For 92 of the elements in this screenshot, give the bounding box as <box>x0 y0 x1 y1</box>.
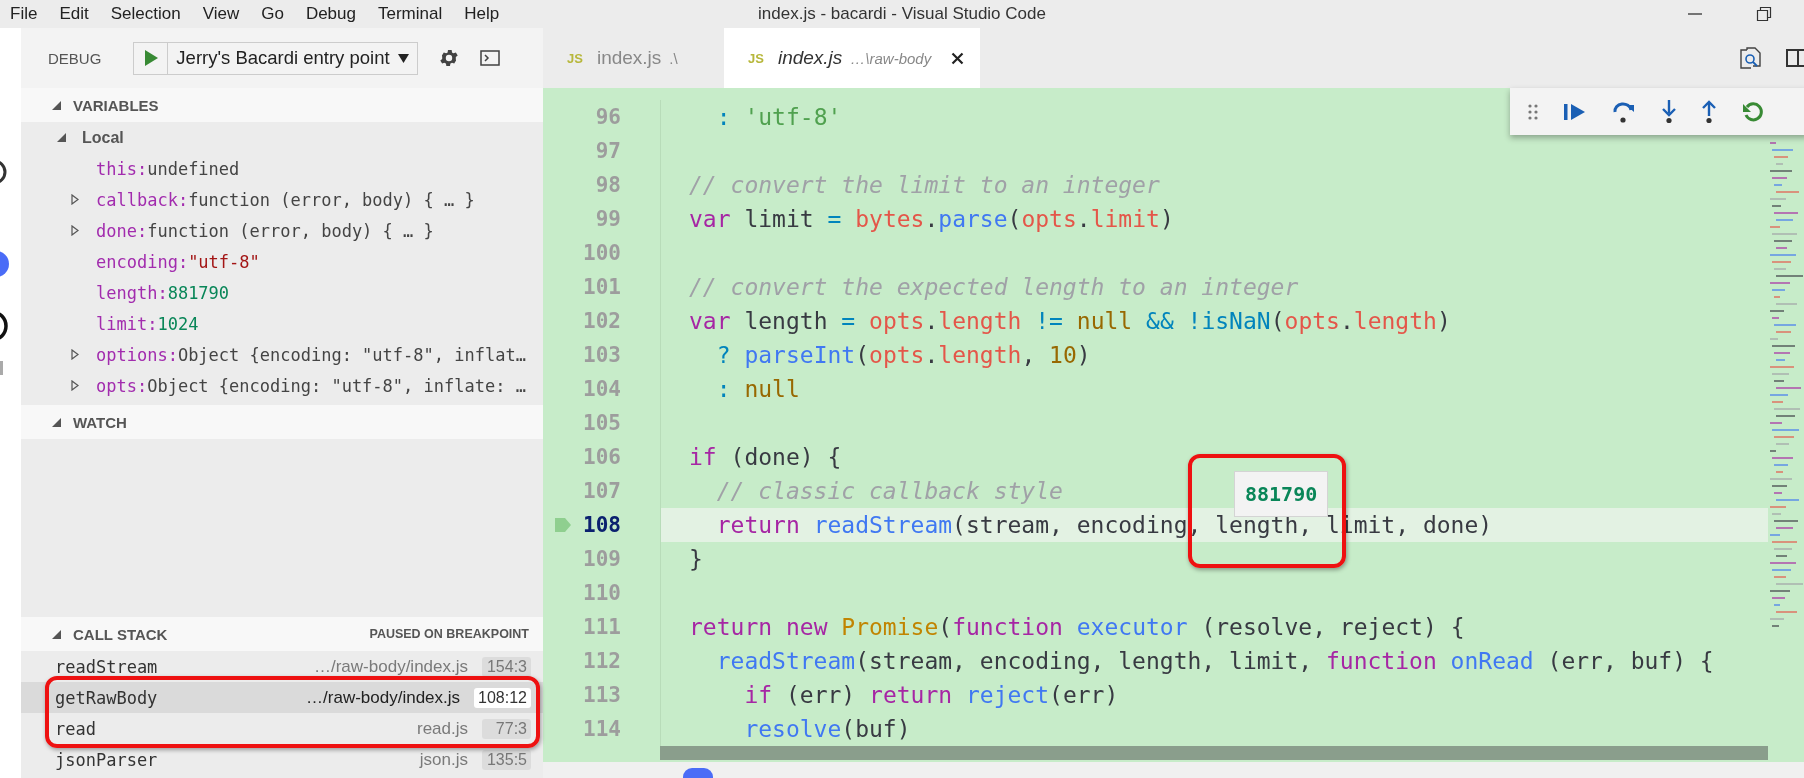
code-line: // classic callback style <box>715 478 1063 504</box>
hover-tooltip: 881790 <box>1234 471 1329 517</box>
badge-icon <box>683 768 713 778</box>
continue-icon[interactable] <box>1564 102 1586 121</box>
expand-triangle-icon <box>71 194 79 205</box>
code-line: : null <box>715 376 800 402</box>
debug-label: DEBUG <box>48 49 102 67</box>
settings-icon[interactable] <box>437 47 460 69</box>
code-line: if (done) { <box>689 444 842 470</box>
line-number: 110 <box>582 581 621 605</box>
scrollbar-thumb[interactable] <box>660 746 1768 760</box>
step-into-icon[interactable] <box>1662 99 1676 124</box>
expand-triangle-icon <box>71 380 79 391</box>
line-number: 105 <box>582 411 621 435</box>
restore-icon[interactable] <box>1756 6 1772 22</box>
start-debugging-button[interactable] <box>133 41 168 75</box>
code-line: var length = opts.length != null && !isNaN(opts.length) <box>689 308 1451 334</box>
stack-frame[interactable]: jsonParser json.js 135:5 <box>21 744 543 775</box>
variable-row[interactable]: encoding:"utf-8" <box>21 246 543 277</box>
close-icon[interactable] <box>951 51 965 65</box>
ring-icon[interactable] <box>0 310 8 342</box>
expand-triangle-icon <box>71 349 79 360</box>
section-header[interactable]: CALL STACK PAUSED ON BREAKPOINT <box>21 617 543 651</box>
line-number: 102 <box>582 309 621 333</box>
collapse-triangle-icon <box>52 629 61 639</box>
menu-item[interactable]: File <box>0 4 49 24</box>
line-number: 108 <box>582 513 621 537</box>
variable-row[interactable]: opts:Object {encoding: "utf-8", inflate: … <box>21 370 543 401</box>
variable-row[interactable]: done:function (error, body) { … } <box>21 215 543 246</box>
menu-item[interactable]: Selection <box>99 4 192 24</box>
variable-row[interactable]: limit:1024 <box>21 308 543 339</box>
line-number: 111 <box>582 615 621 639</box>
line-number: 103 <box>582 343 621 367</box>
code-line: var limit = bytes.parse(opts.limit) <box>689 206 1174 232</box>
line-number: 97 <box>594 139 621 163</box>
section-header[interactable]: VARIABLES <box>21 88 543 122</box>
line-number: 99 <box>594 207 621 231</box>
variable-row[interactable]: this:undefined <box>21 153 543 184</box>
code-line: readStream(stream, encoding, length, limit, function onRead (err, buf) { <box>715 648 1714 674</box>
menu-item[interactable]: Edit <box>48 4 100 24</box>
line-number: 109 <box>582 547 621 571</box>
variable-row[interactable]: options:Object {encoding: "utf-8", inflat… <box>21 339 543 370</box>
section-header[interactable]: WATCH <box>21 405 543 439</box>
stack-frame[interactable]: read read.js 77:3 <box>21 713 543 744</box>
code-line: resolve(buf) <box>743 716 911 742</box>
configuration-dropdown[interactable]: Jerry's Bacardi entry point <box>167 41 418 75</box>
line-number: 96 <box>594 105 621 129</box>
status-label: PAUSED ON BREAKPOINT <box>369 627 529 641</box>
step-out-icon[interactable] <box>1702 99 1716 124</box>
code-line: : 'utf-8' <box>715 104 842 130</box>
collapse-triangle-icon <box>52 100 61 110</box>
badge-icon <box>0 251 9 277</box>
breakpoint-arrow-icon <box>555 517 571 533</box>
variable-row[interactable]: callback:function (error, body) { … } <box>21 184 543 215</box>
menu-item[interactable]: Debug <box>294 4 367 24</box>
window-title: index.js - bacardi - Visual Studio Code <box>758 4 1046 24</box>
code-line: // convert the expected length to an integer <box>689 274 1299 300</box>
step-over-icon[interactable] <box>1612 100 1636 123</box>
line-number: 112 <box>582 649 621 673</box>
split-editor-icon[interactable] <box>1786 48 1804 68</box>
code-line: } <box>689 546 703 572</box>
menu-item[interactable]: Help <box>453 4 511 24</box>
line-number: 107 <box>582 479 621 503</box>
terminal-icon[interactable] <box>479 50 500 66</box>
scope-row[interactable]: Local <box>21 122 543 153</box>
line-number: 106 <box>582 445 621 469</box>
stack-frame[interactable]: readStream …/raw-body/index.js 154:3 <box>21 651 543 682</box>
restart-icon[interactable] <box>1742 100 1764 123</box>
caret-icon <box>397 53 409 63</box>
menu-item[interactable]: Go <box>250 4 295 24</box>
line-number: 101 <box>582 275 621 299</box>
play-icon <box>142 49 159 67</box>
line-number: 100 <box>582 241 621 265</box>
editor-tab[interactable]: JS index.js …\raw-body <box>724 28 981 88</box>
ring-icon[interactable] <box>0 159 8 185</box>
drag-handle-icon[interactable] <box>1528 103 1538 120</box>
code-line: ? parseInt(opts.length, 10) <box>715 342 1091 368</box>
line-number: 104 <box>582 377 621 401</box>
code-line: return new Promise(function executor (resolve, reject) { <box>689 614 1465 640</box>
menu-item[interactable]: View <box>191 4 251 24</box>
stack-frame[interactable]: getRawBody …/raw-body/index.js 108:12 <box>21 682 543 713</box>
bar-icon <box>0 361 3 375</box>
variable-row[interactable]: length:881790 <box>21 277 543 308</box>
line-number: 113 <box>582 683 621 707</box>
code-line: if (err) return reject(err) <box>743 682 1119 708</box>
menu-item[interactable]: Terminal <box>367 4 454 24</box>
expand-triangle-icon <box>71 225 79 236</box>
line-number: 98 <box>594 173 621 197</box>
search-icon[interactable] <box>1740 47 1762 69</box>
line-number: 114 <box>582 717 621 741</box>
collapse-triangle-icon <box>52 417 61 427</box>
code-line: // convert the limit to an integer <box>689 172 1160 198</box>
